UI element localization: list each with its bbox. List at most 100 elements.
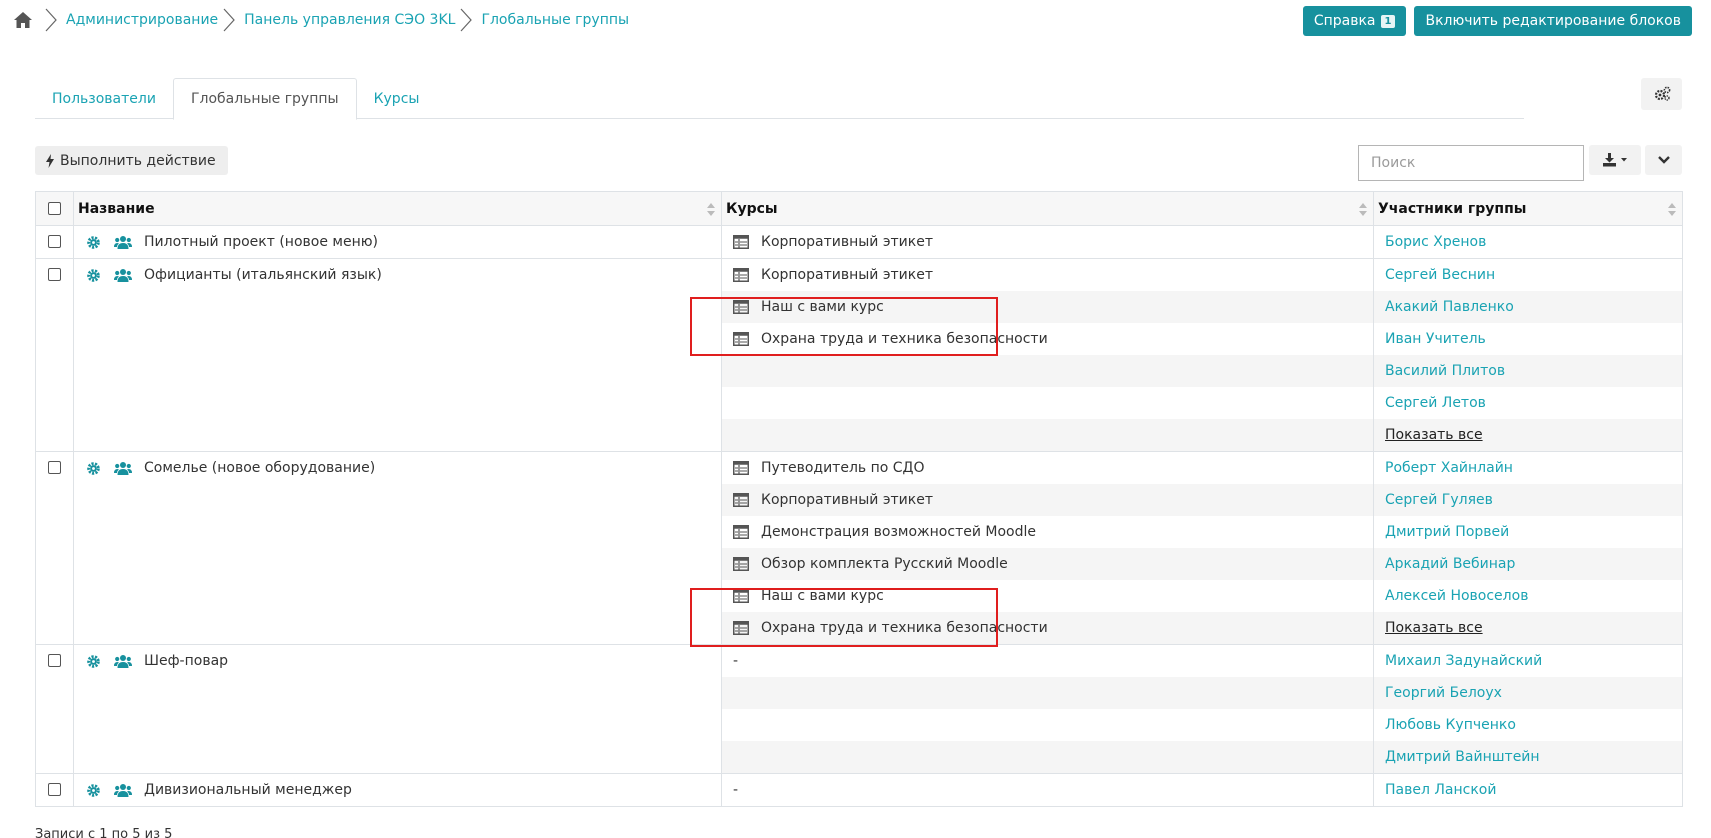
- course-name: Обзор комплекта Русский Moodle: [761, 556, 1008, 572]
- top-bar: Администрирование Панель управления СЭО …: [12, 6, 1702, 36]
- records-summary: Записи с 1 по 5 из 5: [35, 827, 173, 838]
- gear-icon[interactable]: [86, 654, 101, 669]
- member-cell: Акакий Павленко: [1374, 291, 1682, 323]
- member-link[interactable]: Павел Ланской: [1385, 782, 1496, 798]
- settings-button[interactable]: [1641, 78, 1682, 110]
- users-icon[interactable]: [114, 235, 132, 250]
- group-name-cell: Пилотный проект (новое меню): [74, 226, 721, 258]
- member-link[interactable]: Роберт Хайнлайн: [1385, 460, 1513, 476]
- member-link[interactable]: Акакий Павленко: [1385, 299, 1514, 315]
- users-icon[interactable]: [114, 783, 132, 798]
- course-cell: [722, 709, 1373, 741]
- member-link[interactable]: Алексей Новоселов: [1385, 588, 1528, 604]
- help-button[interactable]: Справка 1: [1302, 6, 1407, 36]
- edit-blocks-button[interactable]: Включить редактирование блоков: [1414, 6, 1692, 36]
- highlight-box: [690, 297, 998, 356]
- gear-icon[interactable]: [86, 783, 101, 798]
- member-link[interactable]: Сергей Веснин: [1385, 267, 1495, 283]
- empty-courses: -: [733, 653, 739, 669]
- group-name: Дивизиональный менеджер: [144, 782, 352, 798]
- help-badge: 1: [1380, 14, 1396, 28]
- row-checkbox[interactable]: [48, 654, 61, 667]
- group-name: Официанты (итальянский язык): [144, 267, 382, 283]
- table-row: Шеф-повар - Михаил Задунайский Георгий Бело…: [36, 645, 1682, 774]
- member-link[interactable]: Иван Учитель: [1385, 331, 1486, 347]
- course-cell: Путеводитель по СДО: [722, 452, 1373, 484]
- collapse-button[interactable]: [1645, 145, 1682, 175]
- member-cell: Любовь Купченко: [1374, 709, 1682, 741]
- group-name-cell: Шеф-повар: [74, 645, 721, 677]
- breadcrumb-item-administration[interactable]: Администрирование: [66, 12, 218, 28]
- course-name: Путеводитель по СДО: [761, 460, 925, 476]
- column-header-members[interactable]: Участники группы: [1374, 192, 1682, 225]
- course-cell: [722, 355, 1373, 387]
- tab-global-groups[interactable]: Глобальные группы: [172, 78, 357, 120]
- show-all-link[interactable]: Показать все: [1385, 620, 1483, 636]
- users-icon[interactable]: [114, 268, 132, 283]
- course-name: Корпоративный этикет: [761, 492, 933, 508]
- member-link[interactable]: Георгий Белоух: [1385, 685, 1502, 701]
- member-link[interactable]: Сергей Гуляев: [1385, 492, 1493, 508]
- group-name: Пилотный проект (новое меню): [144, 234, 378, 250]
- course-table-icon: [733, 493, 749, 507]
- tab-users[interactable]: Пользователи: [35, 78, 173, 119]
- member-link[interactable]: Михаил Задунайский: [1385, 653, 1542, 669]
- member-cell: Сергей Веснин: [1374, 259, 1682, 291]
- column-header-courses[interactable]: Курсы: [722, 192, 1374, 225]
- show-all-link[interactable]: Показать все: [1385, 427, 1483, 443]
- course-cell: Обзор комплекта Русский Moodle: [722, 548, 1373, 580]
- search-input[interactable]: [1358, 145, 1584, 181]
- member-link[interactable]: Аркадий Вебинар: [1385, 556, 1515, 572]
- member-cell: Роберт Хайнлайн: [1374, 452, 1682, 484]
- course-table-icon: [733, 268, 749, 282]
- row-checkbox[interactable]: [48, 235, 61, 248]
- member-cell: Сергей Летов: [1374, 387, 1682, 419]
- course-name: Корпоративный этикет: [761, 234, 933, 250]
- course-name: Корпоративный этикет: [761, 267, 933, 283]
- group-name-cell: Сомелье (новое оборудование): [74, 452, 721, 484]
- group-name-cell: Официанты (итальянский язык): [74, 259, 721, 291]
- course-table-icon: [733, 557, 749, 571]
- member-cell: Павел Ланской: [1374, 774, 1682, 806]
- gear-icon[interactable]: [86, 235, 101, 250]
- header-buttons: Справка 1 Включить редактирование блоков: [1302, 6, 1692, 36]
- member-cell: Георгий Белоух: [1374, 677, 1682, 709]
- member-cell: Михаил Задунайский: [1374, 645, 1682, 677]
- member-link[interactable]: Любовь Купченко: [1385, 717, 1516, 733]
- tab-courses[interactable]: Курсы: [357, 78, 437, 119]
- select-all-checkbox[interactable]: [48, 202, 61, 215]
- member-link[interactable]: Сергей Летов: [1385, 395, 1486, 411]
- home-icon[interactable]: [12, 10, 34, 30]
- empty-courses: -: [733, 782, 739, 798]
- group-name: Шеф-повар: [144, 653, 229, 669]
- member-cell: Иван Учитель: [1374, 323, 1682, 355]
- bulk-action-label: Выполнить действие: [60, 152, 216, 169]
- bulk-action-button[interactable]: Выполнить действие: [35, 146, 228, 175]
- row-checkbox[interactable]: [48, 461, 61, 474]
- column-header-name[interactable]: Название: [74, 192, 722, 225]
- row-checkbox[interactable]: [48, 268, 61, 281]
- member-link[interactable]: Василий Плитов: [1385, 363, 1505, 379]
- course-table-icon: [733, 461, 749, 475]
- member-cell: Василий Плитов: [1374, 355, 1682, 387]
- member-link[interactable]: Дмитрий Вайнштейн: [1385, 749, 1540, 765]
- member-link[interactable]: Борис Хренов: [1385, 234, 1486, 250]
- course-table-icon: [733, 235, 749, 249]
- member-cell: Дмитрий Вайнштейн: [1374, 741, 1682, 773]
- users-icon[interactable]: [114, 461, 132, 476]
- sort-icon: [1668, 203, 1676, 216]
- breadcrumb-item-global-groups[interactable]: Глобальные группы: [481, 12, 629, 28]
- column-header-courses-label: Курсы: [726, 200, 778, 217]
- course-cell: -: [722, 774, 1373, 806]
- member-link[interactable]: Дмитрий Порвей: [1385, 524, 1509, 540]
- member-cell: Борис Хренов: [1374, 226, 1682, 258]
- download-button[interactable]: [1589, 145, 1641, 175]
- users-icon[interactable]: [114, 654, 132, 669]
- course-cell: -: [722, 645, 1373, 677]
- row-checkbox[interactable]: [48, 783, 61, 796]
- help-button-label: Справка: [1313, 13, 1376, 29]
- bolt-icon: [46, 153, 54, 168]
- gear-icon[interactable]: [86, 461, 101, 476]
- breadcrumb-item-control-panel[interactable]: Панель управления СЭО 3KL: [244, 12, 455, 28]
- gear-icon[interactable]: [86, 268, 101, 283]
